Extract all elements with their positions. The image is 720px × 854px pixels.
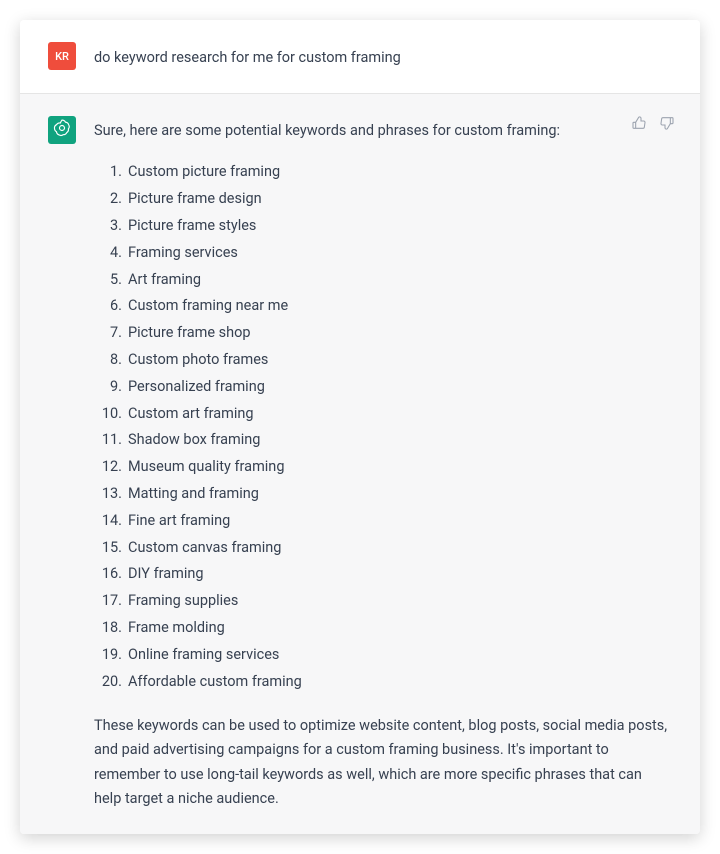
keyword-item: Custom art framing bbox=[100, 401, 672, 428]
chat-card: KR do keyword research for me for custom… bbox=[20, 20, 700, 834]
keyword-item: Framing services bbox=[100, 240, 672, 267]
keyword-item: Online framing services bbox=[100, 642, 672, 669]
keyword-item: Picture frame design bbox=[100, 186, 672, 213]
thumbs-up-button[interactable] bbox=[630, 116, 648, 134]
assistant-intro: Sure, here are some potential keywords a… bbox=[94, 119, 672, 144]
keyword-item: Frame molding bbox=[100, 615, 672, 642]
keyword-list: Custom picture framingPicture frame desi… bbox=[100, 159, 672, 695]
keyword-item: Shadow box framing bbox=[100, 427, 672, 454]
user-message-row: KR do keyword research for me for custom… bbox=[20, 20, 700, 93]
thumbs-down-button[interactable] bbox=[658, 116, 676, 134]
keyword-item: Fine art framing bbox=[100, 508, 672, 535]
assistant-outro: These keywords can be used to optimize w… bbox=[94, 714, 672, 813]
keyword-item: Matting and framing bbox=[100, 481, 672, 508]
keyword-item: Affordable custom framing bbox=[100, 669, 672, 696]
keyword-item: Custom photo frames bbox=[100, 347, 672, 374]
assistant-message-row: Sure, here are some potential keywords a… bbox=[20, 93, 700, 834]
feedback-buttons bbox=[630, 116, 676, 134]
user-avatar: KR bbox=[48, 42, 76, 70]
assistant-avatar bbox=[48, 116, 76, 144]
thumbs-down-icon bbox=[659, 115, 675, 135]
keyword-item: DIY framing bbox=[100, 561, 672, 588]
keyword-item: Custom canvas framing bbox=[100, 535, 672, 562]
thumbs-up-icon bbox=[631, 115, 647, 135]
keyword-item: Picture frame shop bbox=[100, 320, 672, 347]
assistant-message-content: Sure, here are some potential keywords a… bbox=[94, 116, 672, 812]
keyword-item: Personalized framing bbox=[100, 374, 672, 401]
keyword-item: Art framing bbox=[100, 267, 672, 294]
keyword-item: Picture frame styles bbox=[100, 213, 672, 240]
keyword-item: Custom framing near me bbox=[100, 293, 672, 320]
openai-icon bbox=[52, 118, 72, 141]
keyword-item: Custom picture framing bbox=[100, 159, 672, 186]
user-avatar-initials: KR bbox=[55, 50, 69, 63]
keyword-item: Museum quality framing bbox=[100, 454, 672, 481]
user-message-text: do keyword research for me for custom fr… bbox=[94, 42, 672, 71]
keyword-item: Framing supplies bbox=[100, 588, 672, 615]
